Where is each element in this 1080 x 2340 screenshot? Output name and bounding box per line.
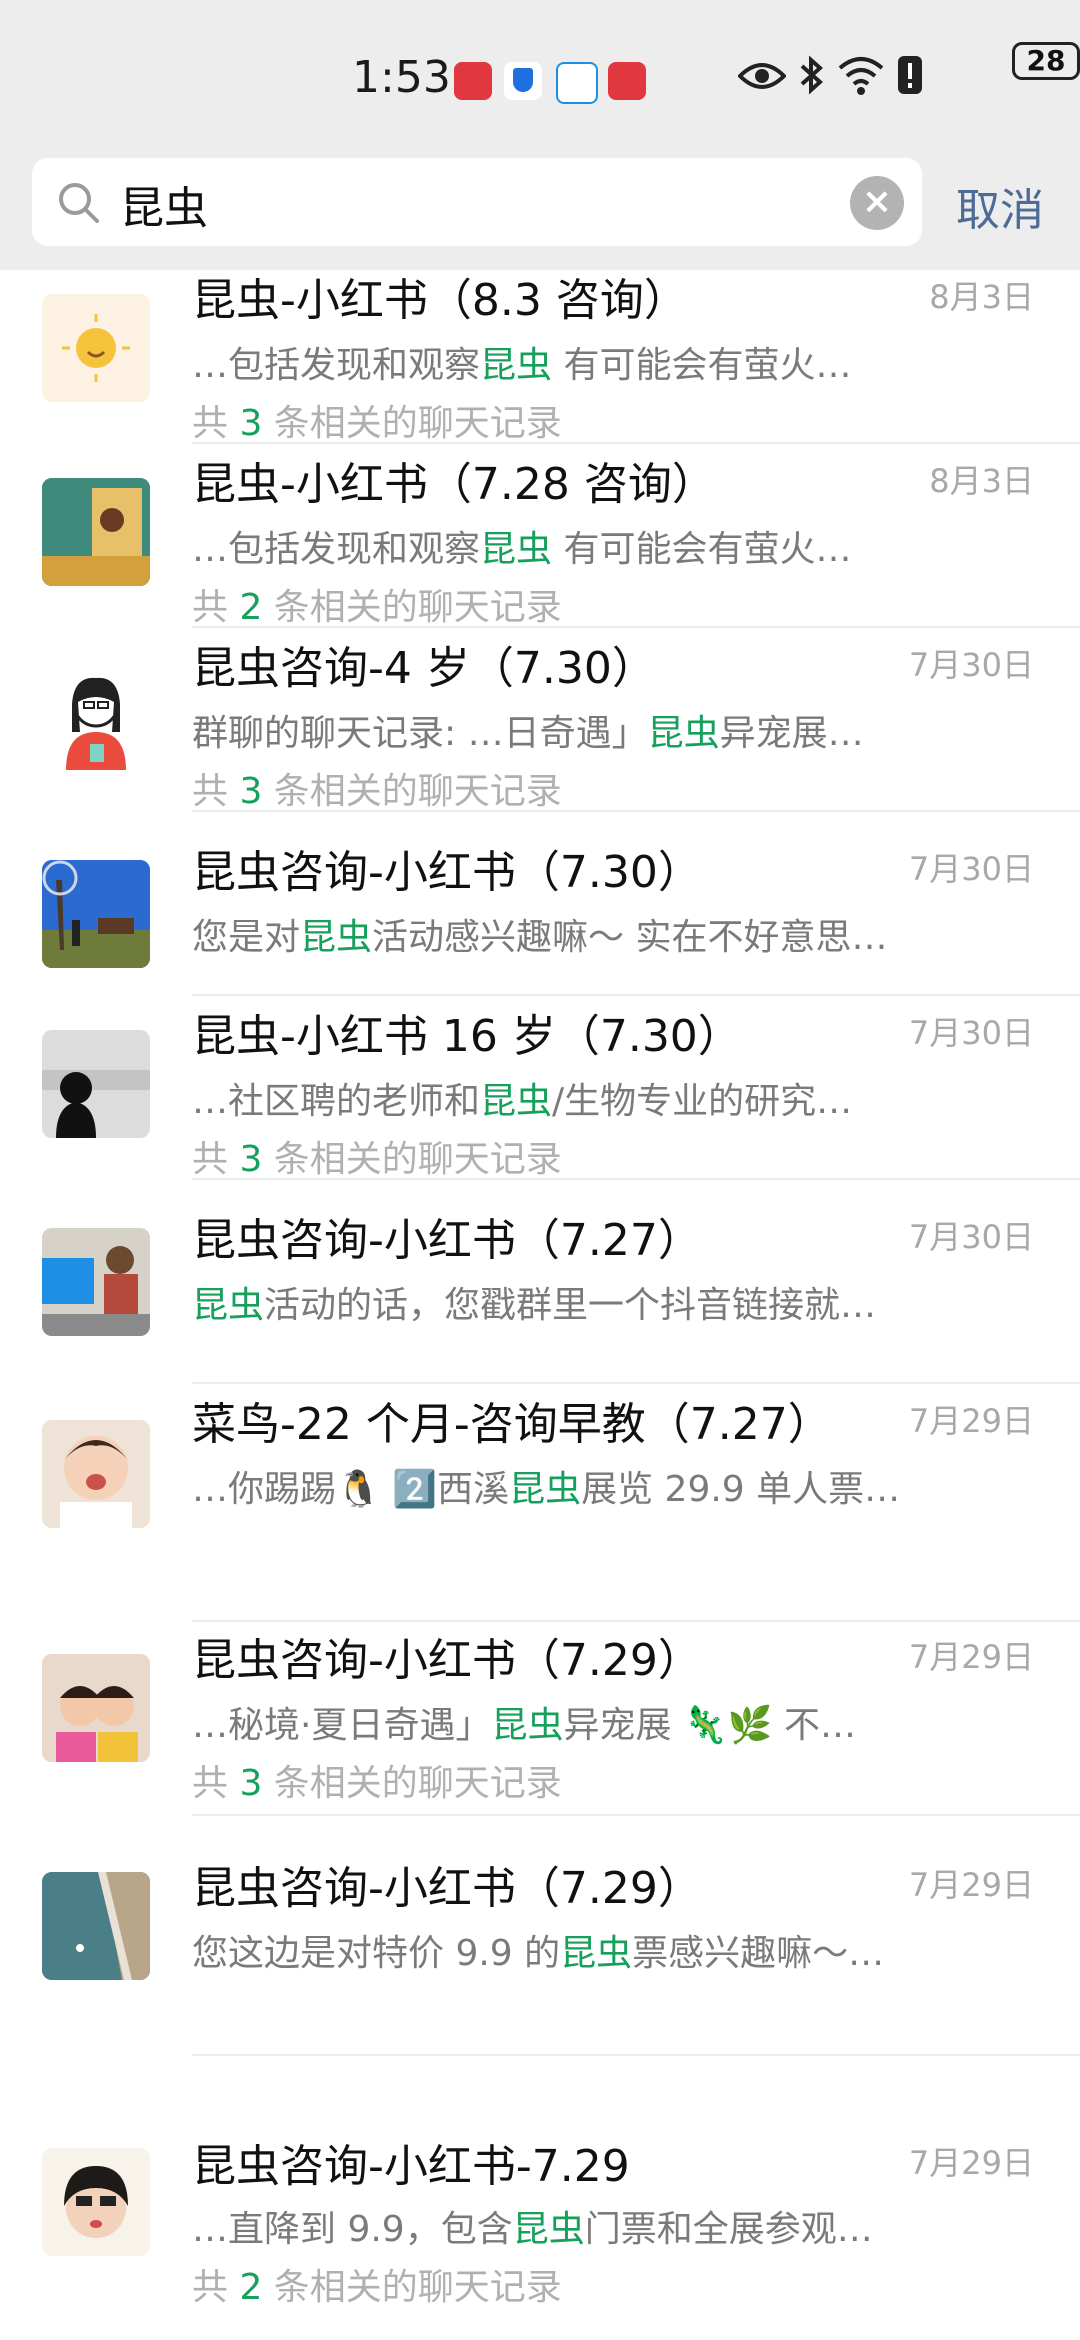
divider	[192, 2054, 1080, 2056]
search-icon	[59, 183, 99, 223]
result-date: 7月29日	[908, 2144, 1034, 2182]
result-date: 7月29日	[908, 1402, 1034, 1440]
result-snippet: …秘境·夏日奇遇」昆虫异宠展 🦎🌿 不…	[192, 1705, 857, 1746]
result-date: 8月3日	[929, 278, 1034, 316]
result-snippet: …包括发现和观察昆虫 有可能会有萤火…	[192, 529, 852, 570]
avatar	[42, 662, 150, 770]
result-title: 昆虫-小红书（7.28 咨询）	[192, 459, 716, 510]
divider	[192, 1178, 1080, 1180]
divider	[192, 810, 1080, 812]
eye-icon	[738, 63, 786, 89]
result-title: 昆虫咨询-小红书（7.30）	[192, 847, 702, 898]
wifi-icon	[838, 57, 884, 95]
clear-search-button[interactable]: ×	[850, 176, 904, 230]
header: 1:53 28 昆虫 × 取消	[0, 0, 1080, 270]
avatar	[42, 1872, 150, 1980]
avatar	[42, 478, 150, 586]
avatar	[42, 1030, 150, 1138]
bluetooth-icon	[800, 55, 824, 95]
result-title: 昆虫咨询-小红书（7.29）	[192, 1863, 702, 1914]
result-title: 昆虫-小红书 16 岁（7.30）	[192, 1011, 742, 1062]
divider	[192, 1382, 1080, 1384]
divider	[192, 1620, 1080, 1622]
avatar	[42, 294, 150, 402]
divider	[192, 442, 1080, 444]
result-count: 共 3 条相关的聊天记录	[192, 771, 562, 812]
result-date: 7月30日	[908, 1218, 1034, 1256]
result-title: 昆虫咨询-小红书（7.27）	[192, 1215, 702, 1266]
result-count: 共 2 条相关的聊天记录	[192, 587, 562, 628]
result-title: 菜鸟-22 个月-咨询早教（7.27）	[192, 1399, 832, 1450]
result-snippet: 您是对昆虫活动感兴趣嘛～ 实在不好意思…	[192, 917, 888, 958]
avatar	[42, 1420, 150, 1528]
status-time: 1:53	[352, 52, 451, 103]
avatar	[42, 860, 150, 968]
divider	[192, 626, 1080, 628]
result-count: 共 3 条相关的聊天记录	[192, 1763, 562, 1804]
notification-huawei-icon-2	[608, 62, 646, 100]
result-snippet: …直降到 9.9，包含昆虫门票和全展参观…	[192, 2209, 873, 2250]
avatar	[42, 2148, 150, 2256]
avatar	[42, 1228, 150, 1336]
divider	[192, 994, 1080, 996]
status-bar: 1:53 28	[0, 40, 1080, 120]
result-title: 昆虫咨询-小红书（7.29）	[192, 1635, 702, 1686]
result-count: 共 2 条相关的聊天记录	[192, 2267, 562, 2308]
result-count: 共 3 条相关的聊天记录	[192, 403, 562, 444]
result-count: 共 3 条相关的聊天记录	[192, 1139, 562, 1180]
result-date: 7月30日	[908, 1014, 1034, 1052]
result-title: 昆虫-小红书（8.3 咨询）	[192, 275, 688, 326]
result-snippet: …社区聘的老师和昆虫/生物专业的研究…	[192, 1081, 853, 1122]
result-title: 昆虫咨询-4 岁（7.30）	[192, 643, 656, 694]
notification-shield-icon	[504, 62, 542, 100]
result-date: 8月3日	[929, 462, 1034, 500]
search-input[interactable]: 昆虫	[120, 172, 208, 236]
result-title: 昆虫咨询-小红书-7.29	[192, 2141, 630, 2192]
battery-indicator: 28	[1012, 42, 1080, 80]
result-snippet: 昆虫活动的话，您戳群里一个抖音链接就…	[192, 1285, 877, 1326]
result-date: 7月30日	[908, 850, 1034, 888]
notification-huawei-icon	[454, 62, 492, 100]
result-date: 7月29日	[908, 1866, 1034, 1904]
result-date: 7月29日	[908, 1638, 1034, 1676]
result-date: 7月30日	[908, 646, 1034, 684]
cancel-button[interactable]: 取消	[956, 174, 1044, 238]
avatar	[42, 1654, 150, 1762]
result-snippet: 群聊的聊天记录: …日奇遇」昆虫异宠展…	[192, 713, 864, 754]
battery-level: 28	[1026, 44, 1066, 77]
divider	[192, 1814, 1080, 1816]
notification-app-icon	[556, 62, 598, 104]
result-snippet: 您这边是对特价 9.9 的昆虫票感兴趣嘛～…	[192, 1933, 885, 1974]
alert-icon	[898, 56, 922, 94]
search-bar[interactable]: 昆虫 ×	[32, 158, 922, 246]
result-snippet: …包括发现和观察昆虫 有可能会有萤火…	[192, 345, 852, 386]
result-snippet: …你踢踢🐧 2️⃣西溪昆虫展览 29.9 单人票…	[192, 1469, 901, 1510]
